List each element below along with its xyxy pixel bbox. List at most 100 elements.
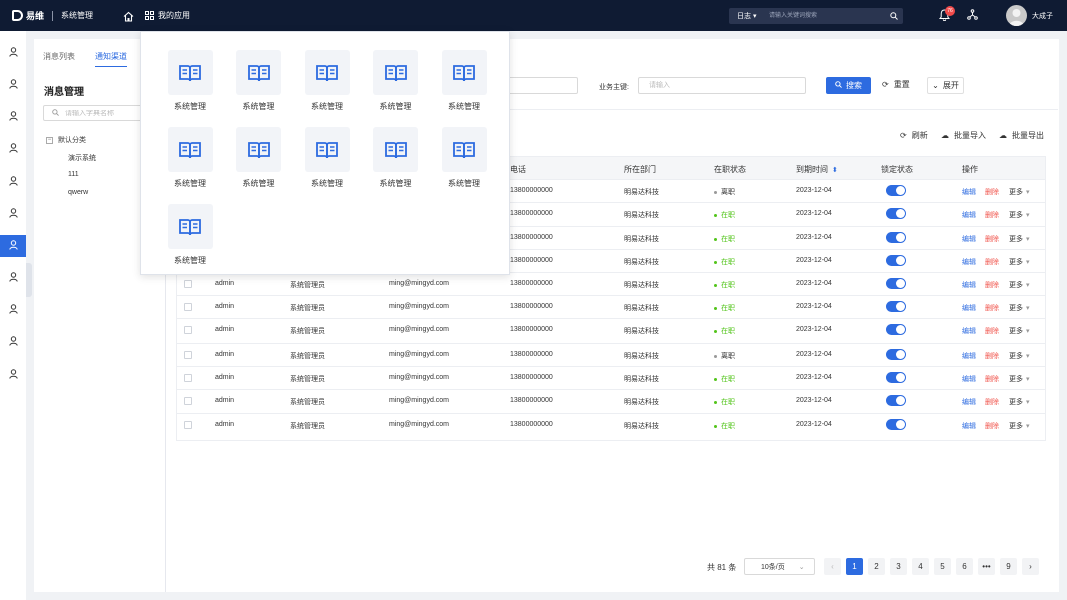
page-size-select[interactable]: 10条/页 ⌄ [744,558,815,575]
more-dropdown[interactable]: 更多 ▾ [1009,421,1030,431]
rail-item[interactable] [0,106,26,128]
more-dropdown[interactable]: 更多 ▾ [1009,257,1030,267]
delete-link[interactable]: 删除 [985,187,999,197]
edit-link[interactable]: 编辑 [962,187,976,197]
page-button[interactable]: 9 [1000,558,1017,575]
rail-item[interactable] [0,364,26,386]
network-icon[interactable] [967,9,978,22]
refresh-button[interactable]: ⟳ 刷新 [900,130,928,141]
tab-notify-channel[interactable]: 通知渠道 [95,51,127,67]
rail-item[interactable] [0,299,26,321]
row-checkbox[interactable] [184,374,192,382]
lock-toggle[interactable] [886,255,906,266]
delete-link[interactable]: 删除 [985,374,999,384]
page-button[interactable]: 5 [934,558,951,575]
app-tile[interactable]: 系统管理 [367,50,425,112]
lock-toggle[interactable] [886,301,906,312]
more-dropdown[interactable]: 更多 ▾ [1009,326,1030,336]
rail-item-active[interactable] [0,235,26,257]
delete-link[interactable]: 删除 [985,421,999,431]
app-tile[interactable]: 系统管理 [435,50,493,112]
app-tile[interactable]: 系统管理 [298,50,356,112]
table-row[interactable]: admin 系统管理员 ming@mingyd.com 13800000000 … [177,318,1045,341]
search-category-select[interactable]: 日志 ▾ [729,11,761,21]
lock-toggle[interactable] [886,232,906,243]
rail-item[interactable] [0,171,26,193]
next-page-button[interactable]: › [1022,558,1039,575]
more-dropdown[interactable]: 更多 ▾ [1009,187,1030,197]
business-key-input[interactable] [638,77,806,94]
rail-item[interactable] [0,42,26,64]
rail-item[interactable] [0,138,26,160]
more-dropdown[interactable]: 更多 ▾ [1009,210,1030,220]
page-button[interactable]: 6 [956,558,973,575]
app-tile[interactable]: 系统管理 [367,127,425,189]
edit-link[interactable]: 编辑 [962,326,976,336]
reset-button[interactable]: ⟳ 重置 [882,79,910,90]
global-search-input[interactable] [761,8,885,24]
batch-import-button[interactable]: ☁ 批量导入 [941,130,986,141]
app-tile[interactable]: 系统管理 [161,204,219,266]
table-row[interactable]: admin 系统管理员 ming@mingyd.com 13800000000 … [177,295,1045,318]
edit-link[interactable]: 编辑 [962,280,976,290]
dict-search-input[interactable] [65,109,145,117]
delete-link[interactable]: 删除 [985,257,999,267]
lock-toggle[interactable] [886,208,906,219]
tree-node-default[interactable]: − 默认分类 [46,135,86,145]
rail-item[interactable] [0,267,26,289]
home-icon[interactable] [123,11,134,22]
edit-link[interactable]: 编辑 [962,303,976,313]
edit-link[interactable]: 编辑 [962,351,976,361]
app-tile[interactable]: 系统管理 [161,127,219,189]
table-row[interactable]: admin 系统管理员 ming@mingyd.com 13800000000 … [177,272,1045,295]
edit-link[interactable]: 编辑 [962,210,976,220]
table-row[interactable]: admin 系统管理员 ming@mingyd.com 13800000000 … [177,343,1045,366]
delete-link[interactable]: 删除 [985,210,999,220]
lock-toggle[interactable] [886,324,906,335]
lock-toggle[interactable] [886,395,906,406]
more-dropdown[interactable]: 更多 ▾ [1009,374,1030,384]
row-checkbox[interactable] [184,303,192,311]
page-button[interactable]: 1 [846,558,863,575]
app-tile[interactable]: 系统管理 [161,50,219,112]
filter-input[interactable] [508,77,578,94]
my-apps-button[interactable]: 我的应用 [145,10,190,21]
delete-link[interactable]: 删除 [985,326,999,336]
search-button[interactable]: 搜索 [826,77,871,94]
lock-toggle[interactable] [886,278,906,289]
lock-toggle[interactable] [886,349,906,360]
lock-toggle[interactable] [886,372,906,383]
edit-link[interactable]: 编辑 [962,257,976,267]
tree-node[interactable]: 111 [68,171,79,178]
table-row[interactable]: admin 系统管理员 ming@mingyd.com 13800000000 … [177,366,1045,389]
more-dropdown[interactable]: 更多 ▾ [1009,351,1030,361]
more-dropdown[interactable]: 更多 ▾ [1009,234,1030,244]
row-checkbox[interactable] [184,280,192,288]
page-ellipsis[interactable]: ••• [978,558,995,575]
row-checkbox[interactable] [184,421,192,429]
row-checkbox[interactable] [184,351,192,359]
sidebar-collapse-handle[interactable] [26,263,32,297]
edit-link[interactable]: 编辑 [962,374,976,384]
app-tile[interactable]: 系统管理 [435,127,493,189]
user-name[interactable]: 大成子 [1032,11,1053,21]
table-row[interactable]: admin 系统管理员 ming@mingyd.com 13800000000 … [177,389,1045,412]
table-row[interactable]: admin 系统管理员 ming@mingyd.com 13800000000 … [177,413,1045,436]
lock-toggle[interactable] [886,419,906,430]
row-checkbox[interactable] [184,397,192,405]
expand-button[interactable]: ⌄ 展开 [927,77,964,94]
delete-link[interactable]: 删除 [985,280,999,290]
rail-item[interactable] [0,203,26,225]
logo[interactable]: 易维 [12,9,44,22]
app-tile[interactable]: 系统管理 [298,127,356,189]
rail-item[interactable] [0,74,26,96]
page-button[interactable]: 4 [912,558,929,575]
rail-item[interactable] [0,331,26,353]
delete-link[interactable]: 删除 [985,397,999,407]
delete-link[interactable]: 删除 [985,234,999,244]
app-tile[interactable]: 系统管理 [230,50,288,112]
lock-toggle[interactable] [886,185,906,196]
edit-link[interactable]: 编辑 [962,421,976,431]
tab-message-list[interactable]: 消息列表 [43,51,75,67]
edit-link[interactable]: 编辑 [962,397,976,407]
